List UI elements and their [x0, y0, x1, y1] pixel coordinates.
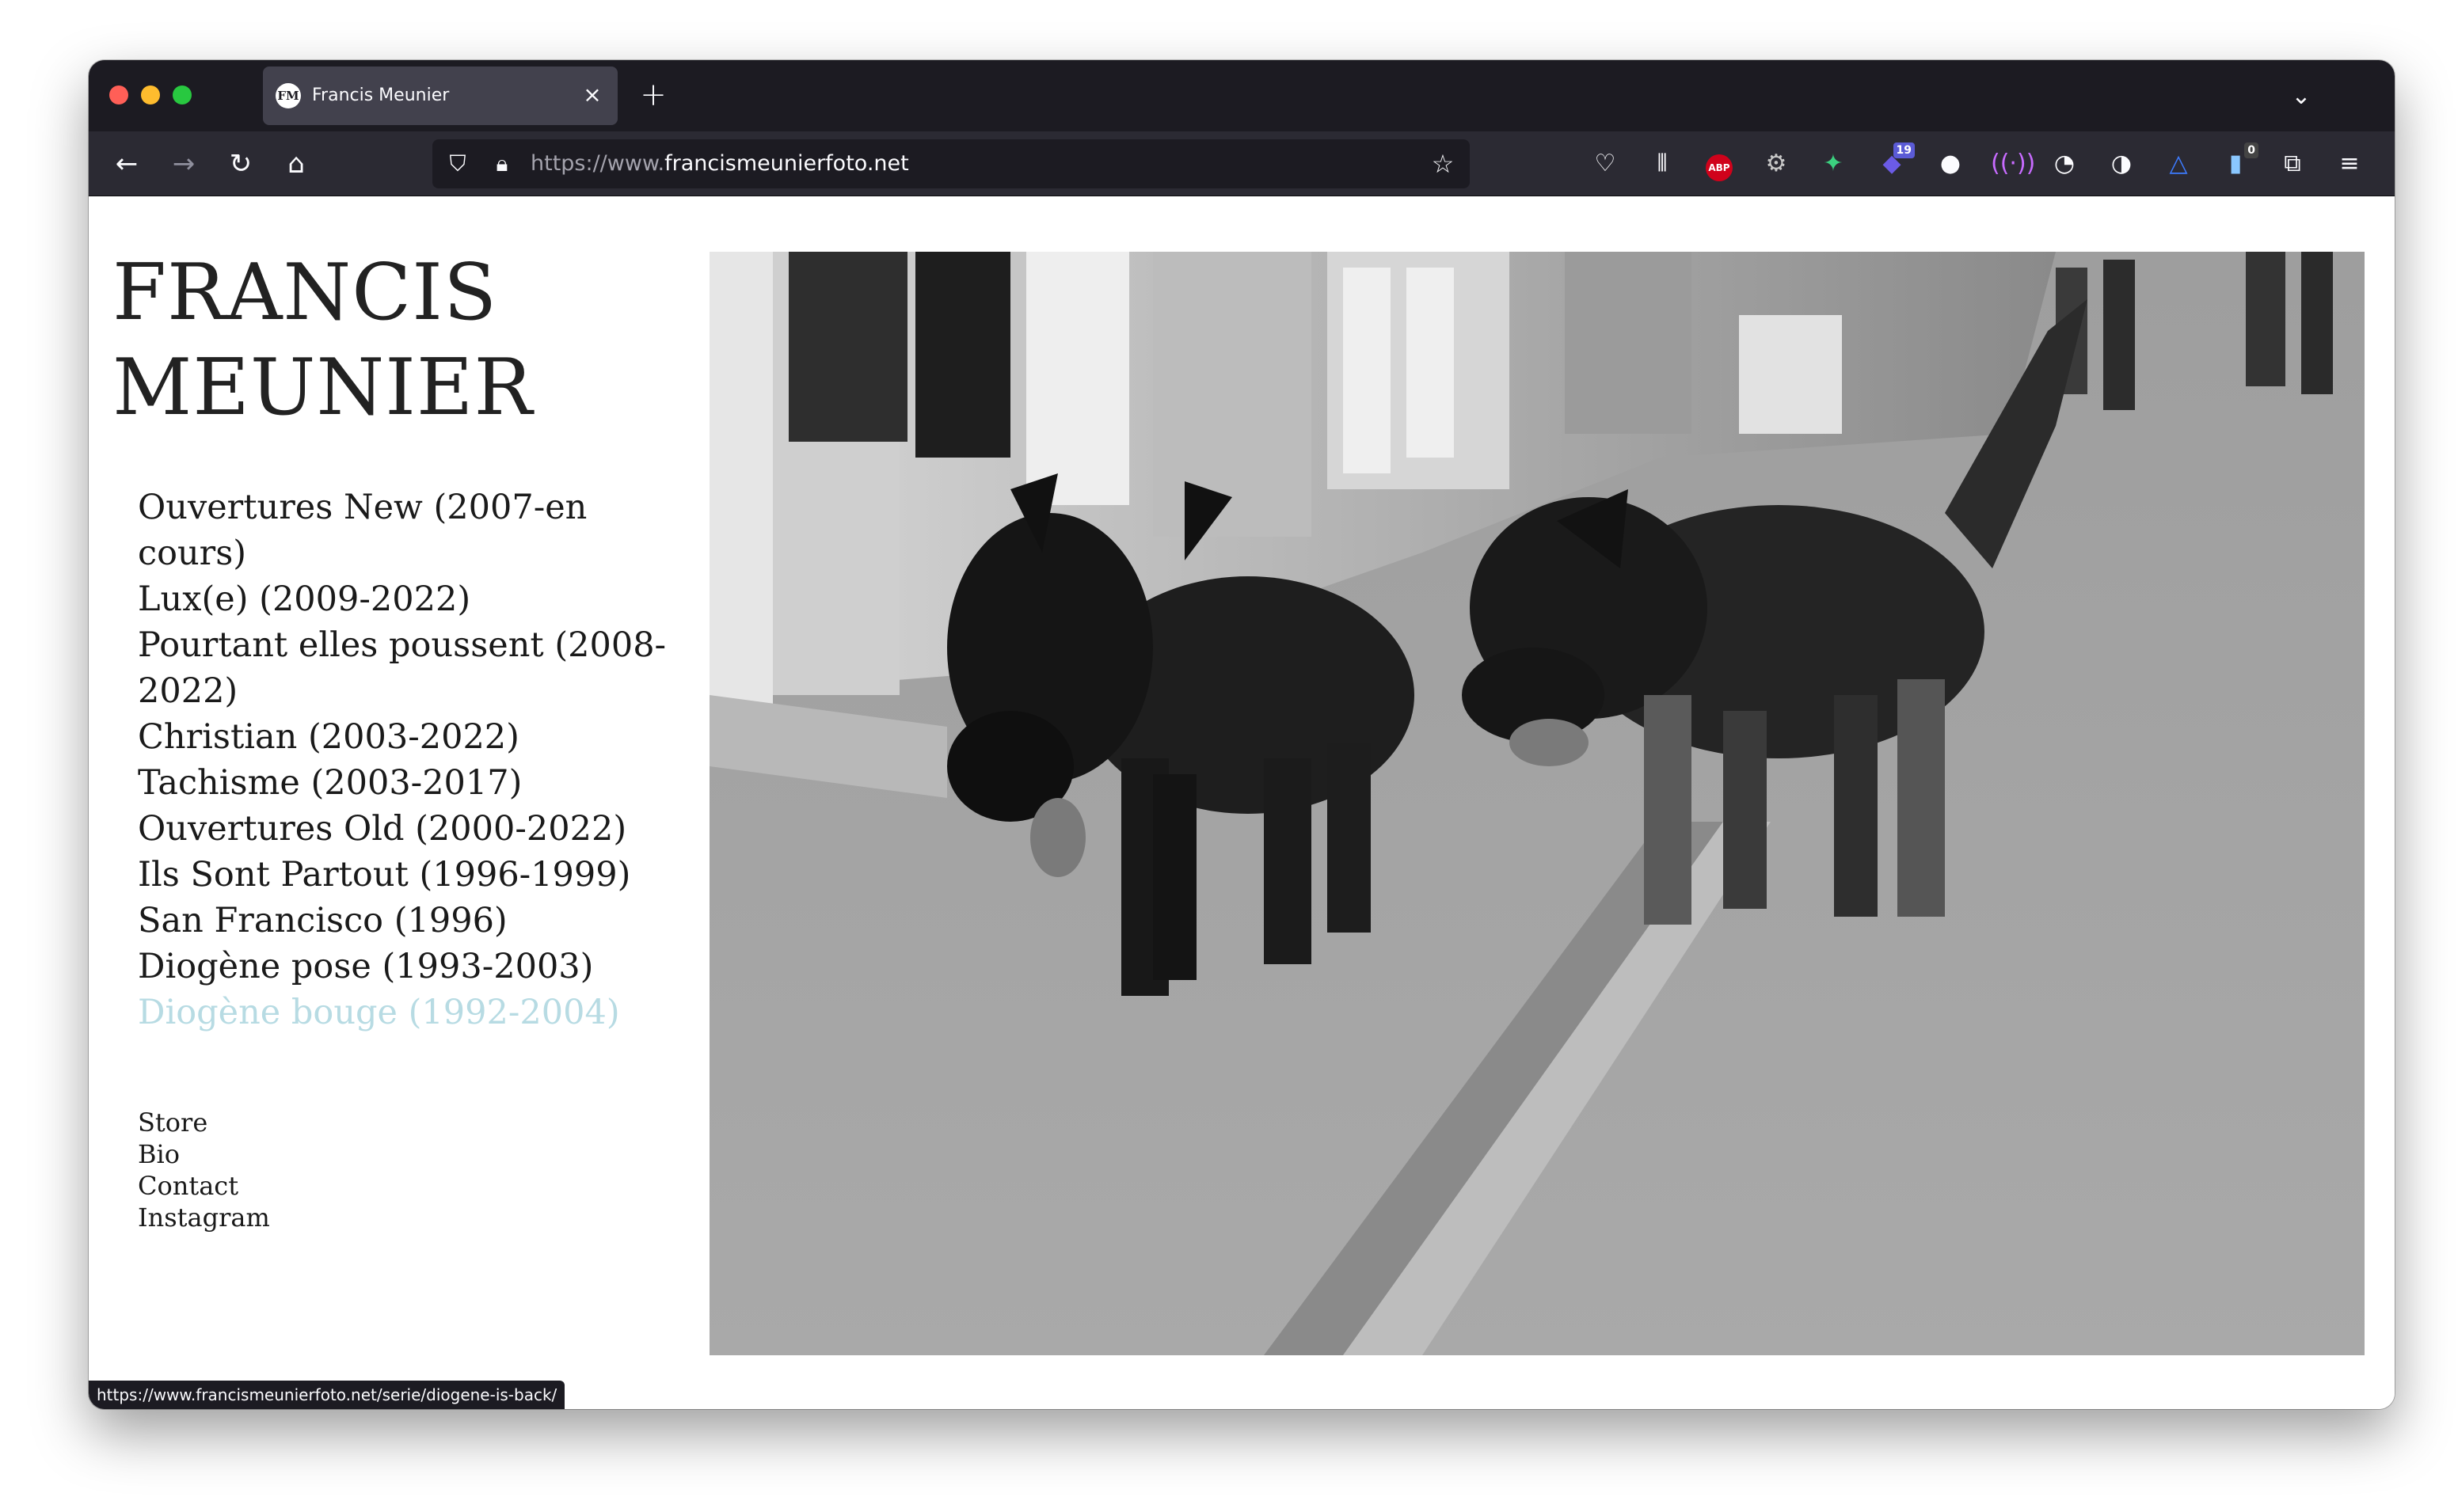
tab-title: Francis Meunier: [312, 85, 450, 105]
window-minimize-button[interactable]: [141, 85, 160, 104]
adblock-plus-icon[interactable]: ABP: [1703, 147, 1736, 181]
photo-illustration: [710, 252, 2365, 1355]
hamburger-menu-icon[interactable]: ≡: [2333, 147, 2366, 180]
page-content: FRANCIS MEUNIER Ouvertures New (2007-en …: [89, 196, 2395, 1409]
tab-francis-meunier[interactable]: FM Francis Meunier ×: [263, 66, 618, 125]
site-title-line1: FRANCIS: [112, 248, 498, 338]
close-tab-icon[interactable]: ×: [578, 81, 607, 109]
series-link-tachisme[interactable]: Tachisme (2003-2017): [138, 760, 676, 806]
extension-count-badge: 19: [1893, 142, 1915, 158]
tab-strip: FM Francis Meunier × + ⌄: [89, 60, 2395, 131]
bookmark-star-icon[interactable]: ☆: [1427, 148, 1459, 180]
pocket-icon[interactable]: ♡: [1589, 147, 1622, 180]
favicon-icon: FM: [276, 83, 301, 108]
back-icon[interactable]: ←: [106, 143, 147, 184]
gear-extension-icon[interactable]: ⚙: [1760, 147, 1793, 180]
extension-clock-icon[interactable]: ◔: [2048, 147, 2081, 180]
window-maximize-button[interactable]: [173, 85, 192, 104]
series-link-san-francisco[interactable]: San Francisco (1996): [138, 898, 676, 944]
extension-runner-icon[interactable]: ✦: [1817, 147, 1850, 180]
extensions-puzzle-icon[interactable]: ⧉: [2276, 147, 2309, 180]
library-icon[interactable]: ⫴: [1646, 147, 1679, 180]
extension-color-icon[interactable]: ◑: [2105, 147, 2138, 180]
url-bar[interactable]: ⛉ 🔒︎ https://www.francismeunierfoto.net …: [432, 139, 1470, 188]
new-tab-icon[interactable]: +: [635, 78, 672, 114]
url-text[interactable]: https://www.francismeunierfoto.net: [531, 150, 909, 177]
series-link-ils-sont-partout[interactable]: Ils Sont Partout (1996-1999): [138, 852, 676, 898]
nav-link-store[interactable]: Store: [138, 1107, 270, 1138]
extension-bubbles-icon[interactable]: ●: [1934, 147, 1967, 180]
extension-badge-icon[interactable]: ◆ 19: [1875, 142, 1915, 180]
series-link-diogene-pose[interactable]: Diogène pose (1993-2003): [138, 944, 676, 990]
extension-zero-badge: 0: [2244, 142, 2258, 158]
forward-icon[interactable]: →: [163, 143, 204, 184]
site-title[interactable]: FRANCIS MEUNIER: [112, 245, 533, 435]
tracking-protection-shield-icon[interactable]: ⛉: [443, 150, 472, 178]
window-close-button[interactable]: [109, 85, 128, 104]
series-link-pourtant-elles-poussent[interactable]: Pourtant elles poussent (2008-2022): [138, 622, 676, 714]
extension-triangle-icon[interactable]: △: [2162, 147, 2195, 180]
navigation-toolbar: ← → ↻ ⌂ ⛉ 🔒︎ https://www.francismeunierf…: [89, 131, 2395, 196]
featured-photo-two-dogs[interactable]: [710, 252, 2365, 1355]
lock-icon[interactable]: 🔒︎: [488, 150, 516, 178]
site-title-line2: MEUNIER: [112, 343, 534, 433]
series-link-christian[interactable]: Christian (2003-2022): [138, 714, 676, 760]
nav-link-contact[interactable]: Contact: [138, 1170, 270, 1202]
series-link-diogene-bouge[interactable]: Diogène bouge (1992-2004): [138, 990, 676, 1035]
link-status-bar: https://www.francismeunierfoto.net/serie…: [89, 1381, 565, 1409]
pages-nav: Store Bio Contact Instagram: [138, 1107, 270, 1233]
extension-signal-icon[interactable]: ((·)): [1991, 147, 2035, 180]
nav-link-bio[interactable]: Bio: [138, 1138, 270, 1170]
list-all-tabs-icon[interactable]: ⌄: [2284, 79, 2319, 114]
series-nav: Ouvertures New (2007-en cours) Lux(e) (2…: [138, 484, 676, 1035]
series-link-ouvertures-old[interactable]: Ouvertures Old (2000-2022): [138, 806, 676, 852]
series-link-ouvertures-new[interactable]: Ouvertures New (2007-en cours): [138, 484, 676, 576]
reload-icon[interactable]: ↻: [220, 143, 261, 184]
extension-clipboard-icon[interactable]: ▮ 0: [2219, 142, 2258, 180]
home-icon[interactable]: ⌂: [276, 143, 317, 184]
nav-link-instagram[interactable]: Instagram: [138, 1202, 270, 1233]
browser-window: FM Francis Meunier × + ⌄ ← → ↻ ⌂ ⛉ 🔒︎ ht…: [89, 60, 2395, 1409]
series-link-luxe[interactable]: Lux(e) (2009-2022): [138, 576, 676, 622]
